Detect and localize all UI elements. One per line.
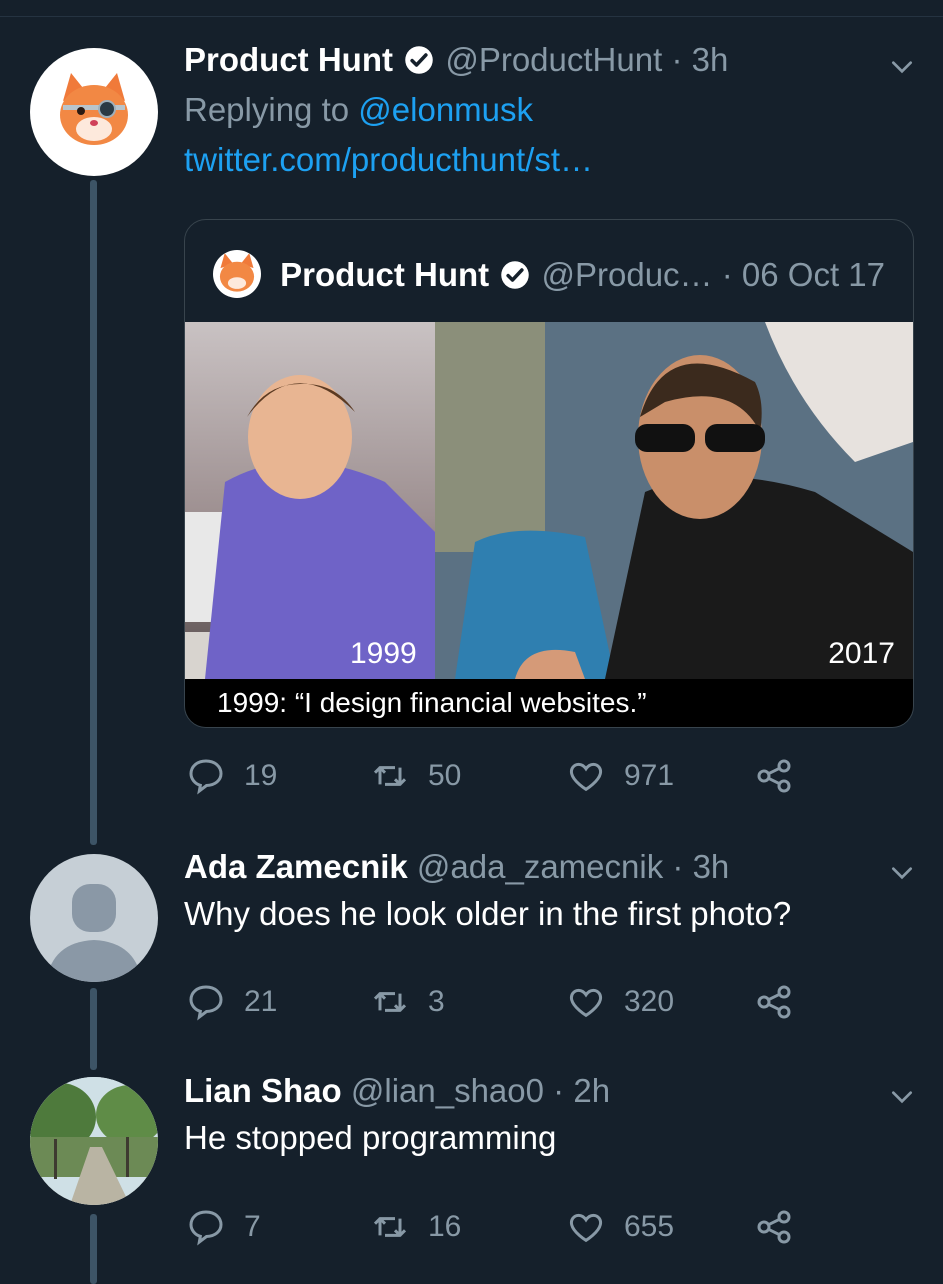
share-button[interactable] [754,754,812,798]
like-count: 320 [624,985,675,1018]
year-label-right: 2017 [828,637,895,670]
reply-icon [189,985,223,1021]
retweet-icon [373,1217,407,1237]
tweet-text: He stopped programming [184,1119,557,1156]
user-handle[interactable]: @ada_zamecnik [417,848,663,885]
retweet-icon [373,766,407,786]
timestamp[interactable]: 2h [573,1072,610,1109]
retweet-count: 50 [428,759,462,792]
tweet-actions: 19 50 971 [186,754,806,798]
quoted-display-name: Product Hunt [280,256,490,293]
timestamp[interactable]: 3h [692,41,729,78]
separator-dot: · [672,848,684,885]
caption-bar: 1999: “I design financial websites.” [185,679,913,727]
retweet-count: 3 [428,985,445,1018]
replying-to: Replying to @elonmusk [184,90,903,130]
separator-dot: · [671,41,683,78]
quoted-date: 06 Oct 17 [741,256,885,293]
default-profile-icon [46,884,142,982]
photo-2017: 2017 [435,322,913,679]
share-button[interactable] [754,980,812,1024]
mention-link[interactable]: @elonmusk [358,91,533,128]
retweet-icon [373,992,407,1012]
display-name[interactable]: Ada Zamecnik [184,848,408,885]
chevron-down-icon[interactable] [889,54,915,80]
reply-count: 7 [244,1210,261,1243]
like-button[interactable]: 971 [566,754,674,798]
photo-1999: 1999 [185,322,435,679]
tweet-actions: 7 16 655 [186,1205,806,1249]
retweet-button[interactable]: 3 [370,980,445,1024]
avatar[interactable] [30,854,158,982]
quoted-handle: @Produc… [541,256,713,293]
heart-icon [569,1213,603,1243]
retweet-count: 16 [428,1210,462,1243]
avatar[interactable] [30,48,158,176]
reply-button[interactable]: 21 [186,980,277,1024]
cat-logo-icon [60,73,128,145]
portrait-illustration [435,322,913,679]
reply-icon [189,759,223,795]
like-count: 655 [624,1210,675,1243]
like-count: 971 [624,759,675,792]
tweet-ada-zamecnik[interactable]: Ada Zamecnik @ada_zamecnik · 3h Why does… [0,830,943,1050]
display-name[interactable]: Product Hunt [184,41,393,78]
display-name[interactable]: Lian Shao [184,1072,342,1109]
reply-button[interactable]: 7 [186,1205,261,1249]
timestamp[interactable]: 3h [693,848,730,885]
heart-icon [569,988,603,1018]
tree-lined-street-photo [30,1077,158,1205]
verified-badge-icon [501,261,530,289]
reply-count: 19 [244,759,278,792]
portrait-illustration [185,375,435,679]
retweet-button[interactable]: 50 [370,754,461,798]
retweet-button[interactable]: 16 [370,1205,461,1249]
quoted-tweet[interactable]: Product Hunt @Produc… · 06 Oct 17 1999 2… [184,219,914,728]
like-button[interactable]: 655 [566,1205,674,1249]
separator-dot: · [553,1072,565,1109]
tweet-lian-shao[interactable]: Lian Shao @lian_shao0 · 2h He stopped pr… [0,1055,943,1280]
chevron-down-icon[interactable] [889,1084,915,1110]
chevron-down-icon[interactable] [889,860,915,886]
image-caption: 1999: “I design financial websites.” [217,687,647,718]
reply-count: 21 [244,985,278,1018]
quoted-image[interactable]: 1999 2017 [185,322,913,679]
share-icon [757,1210,791,1244]
share-button[interactable] [754,1205,812,1249]
user-handle[interactable]: @lian_shao0 [351,1072,544,1109]
like-button[interactable]: 320 [566,980,674,1024]
verified-badge-icon [405,46,433,74]
cat-logo-icon [219,253,255,292]
quoted-avatar [213,250,261,298]
tweet-actions: 21 3 320 [186,980,806,1024]
replying-to-label: Replying to [184,91,350,128]
reply-button[interactable]: 19 [186,754,277,798]
heart-icon [569,762,603,792]
reply-icon [189,1210,223,1246]
tweet-producthunt[interactable]: Product Hunt @ProductHunt · 3h Replying … [0,0,943,830]
separator-dot: · [721,256,733,293]
avatar[interactable] [30,1077,158,1205]
user-handle[interactable]: @ProductHunt [445,41,662,78]
tweet-url-link[interactable]: twitter.com/producthunt/st… [184,141,593,178]
share-icon [757,759,791,793]
tweet-text: Why does he look older in the first phot… [184,895,792,932]
share-icon [757,985,791,1019]
year-label-left: 1999 [350,637,417,670]
